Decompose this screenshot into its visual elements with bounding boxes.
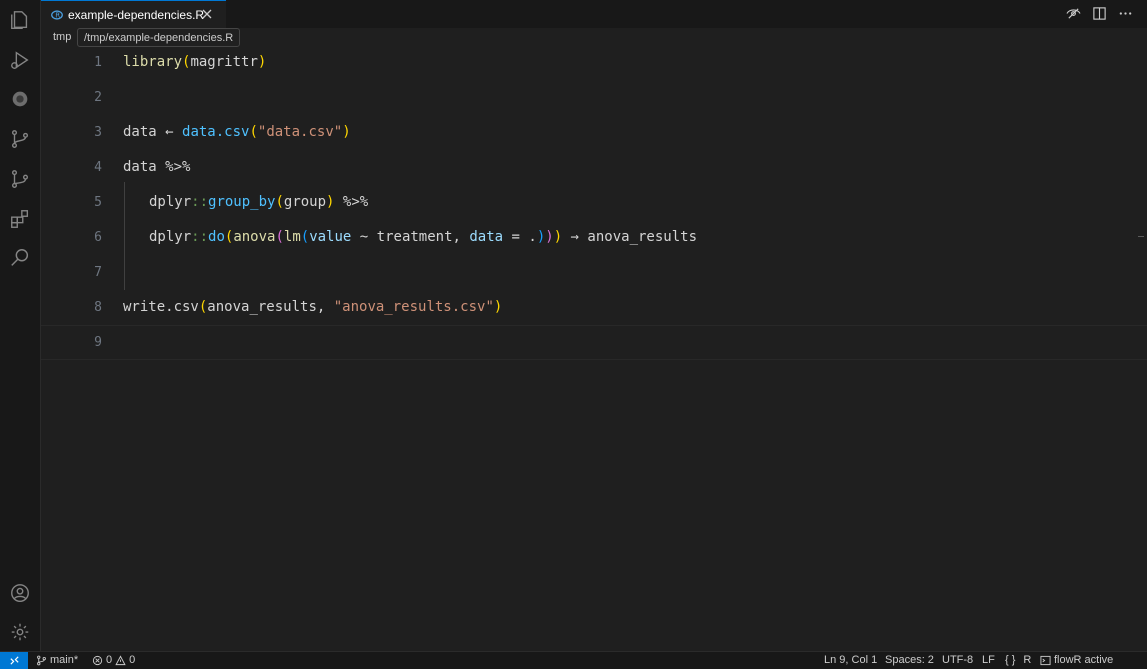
code-line: 4 data %>% — [41, 150, 1147, 185]
flowr-status[interactable]: flowR active — [1040, 652, 1113, 669]
code-line: 3 data ← data.csv("data.csv") — [41, 115, 1147, 150]
code-text: data ← data.csv("data.csv") — [123, 124, 351, 140]
code-line: 8 write.csv(anova_results, "anova_result… — [41, 290, 1147, 325]
source-control-icon[interactable] — [8, 127, 32, 151]
error-icon — [92, 655, 103, 666]
code-line: 7 — [41, 255, 1147, 290]
code-text: data %>% — [123, 159, 191, 175]
indentation-status[interactable]: Spaces: 2 — [885, 652, 934, 669]
line-number: 1 — [94, 55, 102, 70]
activity-bar — [0, 0, 41, 652]
editor-actions — [1066, 6, 1133, 21]
code-editor[interactable]: 1 library(magrittr) 2 3 data ← data.csv(… — [41, 45, 1147, 652]
code-line: 1 library(magrittr) — [41, 45, 1147, 80]
branch-icon — [37, 655, 46, 666]
run-debug-icon[interactable] — [8, 48, 32, 72]
svg-text:R: R — [55, 11, 60, 19]
line-number: 7 — [94, 265, 102, 280]
account-icon[interactable] — [8, 581, 32, 605]
branch-name: main* — [50, 654, 79, 666]
warning-icon — [115, 655, 126, 666]
extension-r-icon[interactable] — [8, 87, 32, 111]
search-icon[interactable] — [8, 246, 32, 270]
line-number: 4 — [94, 160, 102, 175]
close-icon[interactable] — [200, 7, 214, 21]
error-count: 0 — [106, 654, 113, 666]
extensions-icon[interactable] — [8, 207, 32, 231]
line-number: 5 — [94, 195, 102, 210]
editor-tab[interactable]: R example-dependencies.R — [41, 0, 226, 28]
warning-count: 0 — [129, 654, 136, 666]
code-line: 2 — [41, 80, 1147, 115]
problems-status[interactable]: 0 0 — [92, 652, 135, 669]
code-line-current: 9 — [41, 325, 1147, 360]
branch-status[interactable]: main* — [36, 652, 78, 669]
cursor-position[interactable]: Ln 9, Col 1 — [824, 652, 877, 669]
code-text: dplyr::group_by(group) %>% — [149, 194, 369, 210]
remote-icon[interactable] — [0, 652, 28, 669]
code-line: 6 dplyr::do(anova(lm(value ~ treatment, … — [41, 220, 1147, 255]
breadcrumb-folder[interactable]: tmp — [53, 31, 71, 43]
more-actions-icon[interactable] — [1118, 6, 1133, 21]
hide-icon[interactable] — [1066, 6, 1081, 21]
language-mode: R — [1023, 654, 1032, 666]
line-number: 2 — [94, 90, 102, 105]
line-number: 8 — [94, 300, 102, 315]
git-graph-icon[interactable] — [8, 167, 32, 191]
r-file-icon: R — [51, 9, 63, 19]
code-text: dplyr::do(anova(lm(value ~ treatment, da… — [149, 229, 697, 245]
line-number: 6 — [94, 230, 102, 245]
status-bar: main* 0 0 Ln 9, Col 1 Spaces: 2 UTF-8 LF… — [0, 651, 1147, 669]
eol-status[interactable]: LF — [982, 652, 995, 669]
split-editor-icon[interactable] — [1092, 6, 1107, 21]
code-text: write.csv(anova_results, "anova_results.… — [123, 299, 503, 315]
tab-bar: R example-dependencies.R — [41, 0, 1147, 28]
encoding-status[interactable]: UTF-8 — [942, 652, 973, 669]
tab-label: example-dependencies.R — [68, 7, 205, 22]
terminal-icon — [1040, 655, 1051, 666]
code-text: library(magrittr) — [123, 54, 267, 70]
braces-icon: { } — [1005, 654, 1016, 666]
language-status[interactable]: { } R — [1005, 652, 1031, 669]
line-number: 3 — [94, 125, 102, 140]
line-number: 9 — [94, 335, 102, 350]
explorer-icon[interactable] — [8, 8, 32, 32]
flowr-label: flowR active — [1054, 654, 1114, 666]
settings-gear-icon[interactable] — [8, 620, 32, 644]
code-line: 5 dplyr::group_by(group) %>% — [41, 185, 1147, 220]
